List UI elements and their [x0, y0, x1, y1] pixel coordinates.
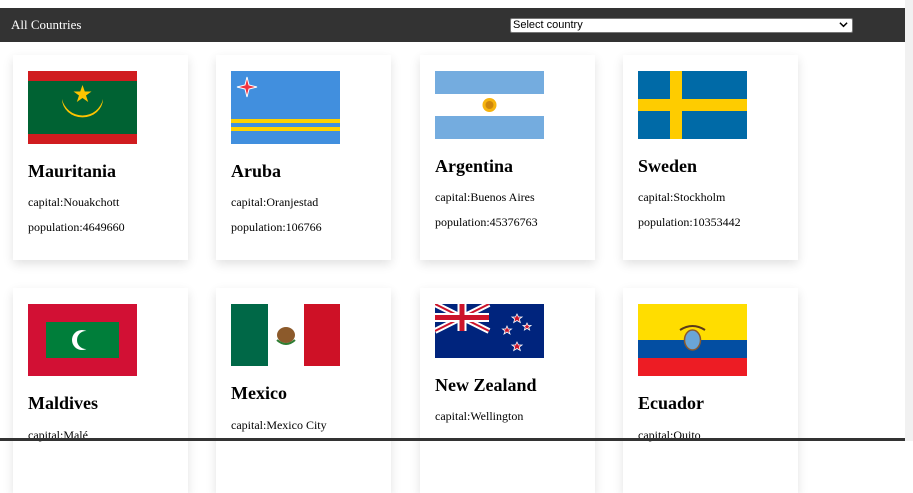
country-name: Mauritania — [28, 161, 116, 181]
argentina-flag-icon — [435, 71, 544, 139]
chevron-down-icon — [839, 20, 848, 33]
ecuador-flag-icon — [638, 304, 747, 376]
country-card[interactable]: Argentina capital:Buenos Aires populatio… — [420, 55, 595, 260]
country-card[interactable]: Ecuador capital:Quito — [623, 288, 798, 493]
population-text: population:106766 — [231, 220, 322, 234]
maldives-flag-icon — [28, 304, 137, 376]
page-title: All Countries — [11, 17, 82, 32]
country-card[interactable]: Maldives capital:Malé — [13, 288, 188, 493]
aruba-flag-icon — [231, 71, 340, 144]
country-card[interactable]: New Zealand capital:Wellington — [420, 288, 595, 493]
page-scrollbar[interactable] — [905, 0, 913, 441]
country-card[interactable]: Sweden capital:Stockholm population:1035… — [623, 55, 798, 260]
mexico-flag-icon — [231, 304, 340, 366]
capital-text: capital:Oranjestad — [231, 195, 319, 209]
capital-text: capital:Buenos Aires — [435, 190, 535, 204]
country-card[interactable]: Mauritania capital:Nouakchott population… — [13, 55, 188, 260]
mauritania-flag-icon — [28, 71, 137, 144]
population-text: population:10353442 — [638, 215, 741, 229]
country-name: Argentina — [435, 156, 513, 176]
country-card[interactable]: Aruba capital:Oranjestad population:1067… — [216, 55, 391, 260]
capital-text: capital:Mexico City — [231, 418, 327, 432]
country-name: Mexico — [231, 383, 287, 403]
country-select-value: Select country — [513, 19, 583, 31]
country-name: Aruba — [231, 161, 282, 181]
country-name: Ecuador — [638, 393, 705, 413]
new-zealand-flag-icon — [435, 304, 544, 358]
population-text: population:45376763 — [435, 215, 538, 229]
country-select[interactable]: Select country — [510, 18, 853, 33]
capital-text: capital:Stockholm — [638, 190, 726, 204]
navbar: All Countries Select country — [0, 8, 905, 42]
country-name: Sweden — [638, 156, 698, 176]
country-name: Maldives — [28, 393, 98, 413]
sweden-flag-icon — [638, 71, 747, 139]
country-name: New Zealand — [435, 375, 537, 395]
capital-text: capital:Nouakchott — [28, 195, 120, 209]
country-card[interactable]: Mexico capital:Mexico City — [216, 288, 391, 493]
capital-text: capital:Wellington — [435, 409, 524, 423]
population-text: population:4649660 — [28, 220, 125, 234]
